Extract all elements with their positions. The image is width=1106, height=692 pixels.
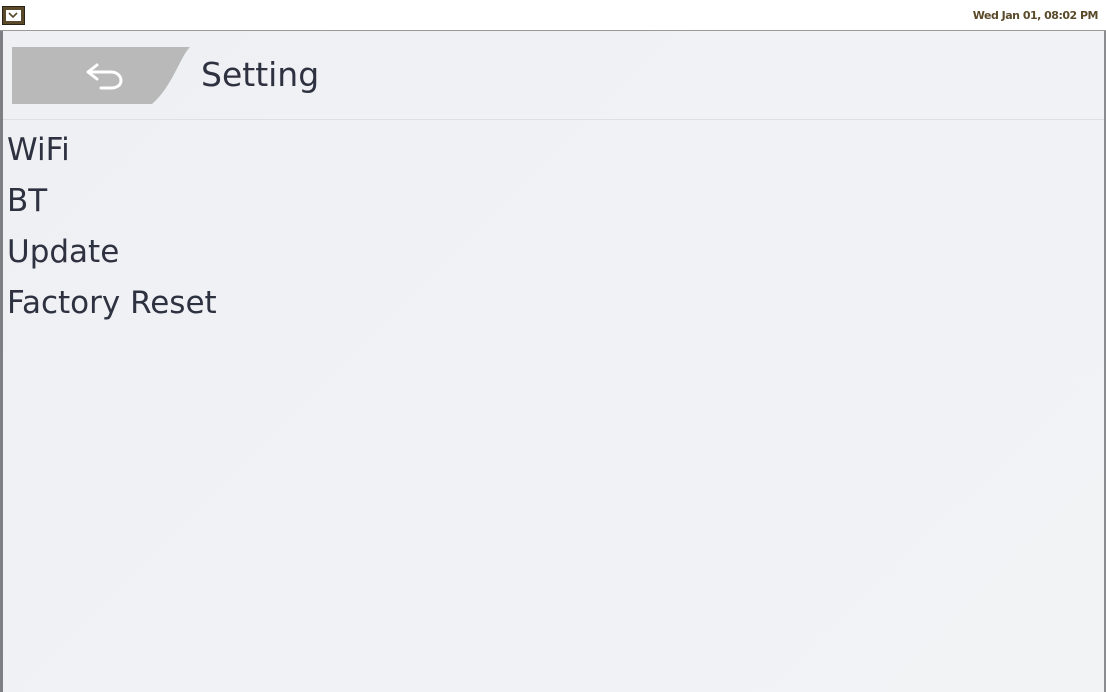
- settings-menu: WiFi BT Update Factory Reset: [7, 127, 607, 331]
- back-arrow-icon: [84, 60, 126, 92]
- header: Setting: [3, 31, 1104, 119]
- menu-item-factory-reset[interactable]: Factory Reset: [7, 280, 607, 331]
- taskbar: Wed Jan 01, 08:02 PM: [0, 0, 1106, 31]
- monitor-icon[interactable]: [2, 6, 25, 25]
- settings-screen: Setting WiFi BT Update Factory Reset: [0, 31, 1106, 692]
- header-divider: [3, 119, 1104, 120]
- page-title: Setting: [201, 55, 320, 94]
- menu-item-wifi[interactable]: WiFi: [7, 127, 607, 178]
- taskbar-clock: Wed Jan 01, 08:02 PM: [972, 9, 1099, 22]
- menu-item-update[interactable]: Update: [7, 229, 607, 280]
- back-button[interactable]: [12, 47, 190, 104]
- menu-item-bt[interactable]: BT: [7, 178, 607, 229]
